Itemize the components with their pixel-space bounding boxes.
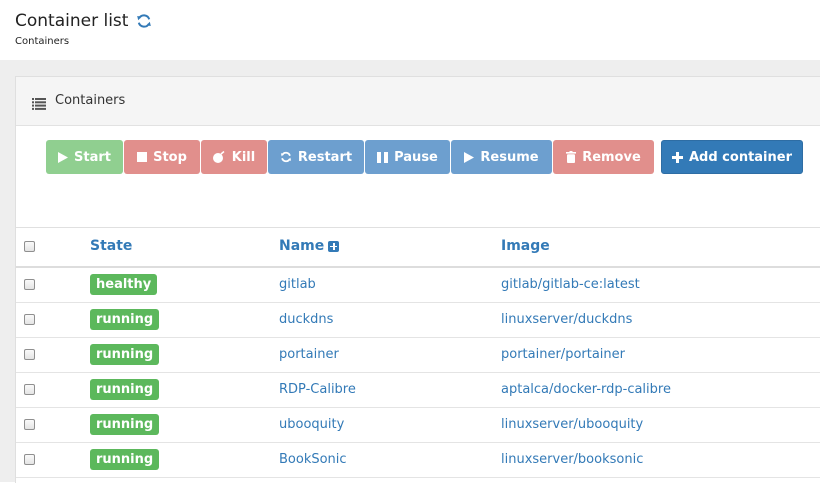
table-row: running portainer portainer/portainer [16, 338, 820, 373]
title-row: Container list [15, 11, 152, 31]
page-title: Container list [15, 11, 129, 31]
row-checkbox[interactable] [24, 419, 35, 430]
row-checkbox[interactable] [24, 314, 35, 325]
container-image-link[interactable]: gitlab/gitlab-ce:latest [501, 277, 640, 292]
status-badge: running [90, 379, 160, 400]
container-image-link[interactable]: portainer/portainer [501, 347, 625, 362]
table-row: running ubooquity linuxserver/ubooquity [16, 408, 820, 443]
container-name-link[interactable]: duckdns [279, 312, 333, 327]
container-image-link[interactable]: linuxserver/booksonic [501, 452, 643, 467]
container-image-link[interactable]: linuxserver/duckdns [501, 312, 632, 327]
panel-title-wrap: Containers [32, 93, 126, 110]
play-icon [464, 151, 475, 163]
remove-button[interactable]: Remove [553, 140, 654, 174]
kill-button-label: Kill [231, 149, 256, 165]
table-header: State Name Image [16, 227, 820, 268]
restart-button-label: Restart [297, 149, 353, 165]
table-row: running BookSonic linuxserver/booksonic [16, 443, 820, 478]
table-row: running RDP-Calibre aptalca/docker-rdp-c… [16, 373, 820, 408]
list-icon [32, 95, 46, 110]
panel-title: Containers [55, 93, 126, 108]
table-row: running duckdns linuxserver/duckdns [16, 303, 820, 338]
stop-square-icon [137, 152, 148, 162]
container-image-link[interactable]: linuxserver/ubooquity [501, 417, 643, 432]
add-container-button[interactable]: Add container [661, 140, 803, 174]
refresh-icon [280, 151, 292, 163]
remove-button-label: Remove [582, 149, 641, 165]
row-checkbox[interactable] [24, 349, 35, 360]
status-badge: healthy [90, 274, 158, 295]
container-name-link[interactable]: RDP-Calibre [279, 382, 356, 397]
plus-icon [671, 151, 683, 163]
add-container-button-label: Add container [688, 149, 793, 165]
stop-button-label: Stop [153, 149, 187, 165]
resume-button[interactable]: Resume [451, 140, 552, 174]
restart-button[interactable]: Restart [268, 140, 364, 174]
resume-button-label: Resume [480, 149, 539, 165]
row-checkbox[interactable] [24, 454, 35, 465]
pause-button[interactable]: Pause [365, 140, 450, 174]
status-badge: running [90, 414, 160, 435]
play-icon [58, 151, 68, 163]
containers-table: State Name Image healthy gitlab gitlab/g… [16, 227, 820, 478]
container-image-link[interactable]: aptalca/docker-rdp-calibre [501, 382, 671, 397]
pause-icon [377, 151, 389, 163]
row-checkbox[interactable] [24, 384, 35, 395]
refresh-icon[interactable] [136, 13, 152, 29]
status-badge: running [90, 344, 160, 365]
stop-button[interactable]: Stop [124, 140, 200, 174]
start-button-label: Start [74, 149, 111, 165]
panel-header: Containers [16, 77, 820, 126]
container-name-link[interactable]: portainer [279, 347, 339, 362]
container-name-link[interactable]: ubooquity [279, 417, 344, 432]
containers-panel: Containers Start Stop Kill Restart Pause… [15, 76, 820, 483]
column-header-state[interactable]: State [90, 238, 132, 254]
status-badge: running [90, 449, 160, 470]
select-all-checkbox[interactable] [24, 241, 35, 252]
row-checkbox[interactable] [24, 279, 35, 290]
page-header: Container list Containers [0, 0, 820, 60]
container-name-link[interactable]: gitlab [279, 277, 316, 292]
column-header-name[interactable]: Name [279, 238, 340, 254]
start-button[interactable]: Start [46, 140, 123, 174]
trash-icon [566, 151, 577, 163]
kill-button[interactable]: Kill [201, 140, 267, 174]
column-header-name-label: Name [279, 238, 325, 254]
status-badge: running [90, 309, 160, 330]
plus-square-icon[interactable] [328, 240, 340, 252]
container-name-link[interactable]: BookSonic [279, 452, 347, 467]
table-row: healthy gitlab gitlab/gitlab-ce:latest [16, 268, 820, 303]
column-header-image[interactable]: Image [501, 238, 550, 254]
breadcrumb: Containers [15, 36, 70, 47]
bomb-icon [212, 151, 226, 163]
pause-button-label: Pause [394, 149, 438, 165]
action-toolbar: Start Stop Kill Restart Pause Resume Rem… [46, 140, 804, 174]
